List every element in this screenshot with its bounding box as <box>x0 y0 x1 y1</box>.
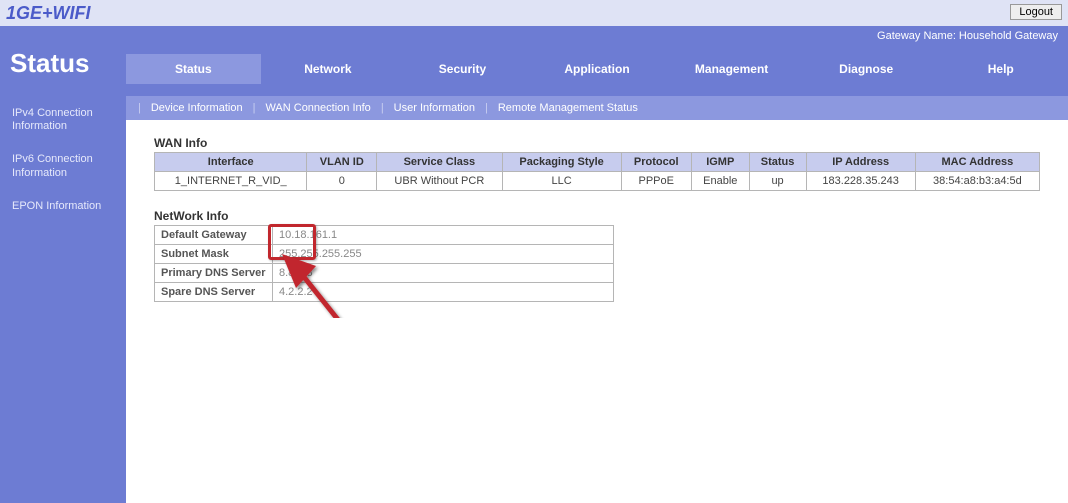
tab-diagnose[interactable]: Diagnose <box>799 54 934 84</box>
sidebar: Status IPv4 Connection Information IPv6 … <box>0 26 126 503</box>
tabs: Status Network Security Application Mana… <box>126 42 1068 96</box>
col-serviceclass: Service Class <box>377 153 503 172</box>
row-spare-dns: Spare DNS Server 4.2.2.2 <box>155 283 614 302</box>
cell-interface: 1_INTERNET_R_VID_ <box>155 172 307 191</box>
tab-help[interactable]: Help <box>933 54 1068 84</box>
value-subnet-mask: 255.255.255.255 <box>273 245 614 264</box>
label-subnet-mask: Subnet Mask <box>155 245 273 264</box>
content: WAN Info Interface VLAN ID Service Class… <box>126 120 1068 318</box>
main: Gateway Name: Household Gateway Status N… <box>126 26 1068 503</box>
label-default-gateway: Default Gateway <box>155 226 273 245</box>
label-spare-dns: Spare DNS Server <box>155 283 273 302</box>
tab-application[interactable]: Application <box>530 54 665 84</box>
tab-management[interactable]: Management <box>664 54 799 84</box>
separator: | <box>138 102 141 114</box>
separator: | <box>381 102 384 114</box>
subtab-wan-connection[interactable]: WAN Connection Info <box>261 102 374 114</box>
sidebar-item-epon[interactable]: EPON Information <box>0 190 126 223</box>
subtab-device-info[interactable]: Device Information <box>147 102 247 114</box>
cell-serviceclass: UBR Without PCR <box>377 172 503 191</box>
row-primary-dns: Primary DNS Server 8.8.8.8 <box>155 264 614 283</box>
waninfo-table: Interface VLAN ID Service Class Packagin… <box>154 152 1040 191</box>
col-macaddress: MAC Address <box>915 153 1039 172</box>
value-spare-dns: 4.2.2.2 <box>273 283 614 302</box>
label-primary-dns: Primary DNS Server <box>155 264 273 283</box>
table-row: 1_INTERNET_R_VID_ 0 UBR Without PCR LLC … <box>155 172 1040 191</box>
col-status: Status <box>749 153 806 172</box>
row-default-gateway: Default Gateway 10.18.161.1 <box>155 226 614 245</box>
topbar: 1GE+WIFI Logout <box>0 0 1068 26</box>
separator: | <box>485 102 488 114</box>
tab-status[interactable]: Status <box>126 54 261 84</box>
col-vlanid: VLAN ID <box>307 153 377 172</box>
cell-ipaddress: 183.228.35.243 <box>806 172 915 191</box>
cell-igmp: Enable <box>691 172 749 191</box>
networkinfo-section: NetWork Info Default Gateway 10.18.161.1… <box>154 209 1040 302</box>
subtab-remote-mgmt[interactable]: Remote Management Status <box>494 102 642 114</box>
col-protocol: Protocol <box>621 153 691 172</box>
cell-protocol: PPPoE <box>621 172 691 191</box>
banner: Gateway Name: Household Gateway Status N… <box>126 26 1068 96</box>
logo: 1GE+WIFI <box>6 3 91 23</box>
cell-packaging: LLC <box>502 172 621 191</box>
value-default-gateway: 10.18.161.1 <box>273 226 614 245</box>
value-primary-dns: 8.8.8.8 <box>273 264 614 283</box>
sidebar-item-ipv4[interactable]: IPv4 Connection Information <box>0 97 126 143</box>
tab-security[interactable]: Security <box>395 54 530 84</box>
subtab-user-info[interactable]: User Information <box>390 102 479 114</box>
cell-vlanid: 0 <box>307 172 377 191</box>
sidebar-item-ipv6[interactable]: IPv6 Connection Information <box>0 143 126 189</box>
page-title: Status <box>0 26 126 97</box>
networkinfo-title: NetWork Info <box>154 209 1040 223</box>
cell-status: up <box>749 172 806 191</box>
col-interface: Interface <box>155 153 307 172</box>
separator: | <box>253 102 256 114</box>
logout-button[interactable]: Logout <box>1010 4 1062 20</box>
col-packaging: Packaging Style <box>502 153 621 172</box>
cell-macaddress: 38:54:a8:b3:a4:5d <box>915 172 1039 191</box>
col-igmp: IGMP <box>691 153 749 172</box>
networkinfo-table: Default Gateway 10.18.161.1 Subnet Mask … <box>154 225 614 302</box>
subtabs: | Device Information | WAN Connection In… <box>126 96 1068 120</box>
layout: Status IPv4 Connection Information IPv6 … <box>0 26 1068 503</box>
col-ipaddress: IP Address <box>806 153 915 172</box>
gateway-name: Gateway Name: Household Gateway <box>126 26 1068 42</box>
waninfo-title: WAN Info <box>154 136 1040 150</box>
tab-network[interactable]: Network <box>261 54 396 84</box>
row-subnet-mask: Subnet Mask 255.255.255.255 <box>155 245 614 264</box>
